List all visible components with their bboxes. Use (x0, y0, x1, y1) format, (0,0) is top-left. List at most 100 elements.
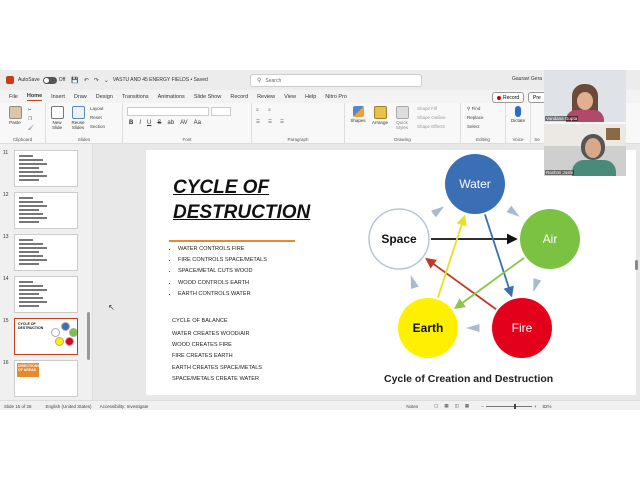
format-painter-icon[interactable]: 🖌 (28, 125, 34, 131)
save-icon[interactable]: 💾 (71, 77, 78, 84)
accessibility-status[interactable]: Accessibility: Investigate (100, 404, 149, 409)
font-name-box[interactable] (127, 107, 209, 116)
tab-help[interactable]: Help (305, 94, 316, 100)
cut-icon[interactable]: ✂ (28, 107, 32, 113)
tab-slide-show[interactable]: Slide Show (194, 94, 222, 100)
arrange-button[interactable]: Arrange (369, 106, 391, 125)
record-button[interactable]: Record (492, 92, 525, 103)
align-center-icon[interactable]: ☰ (268, 119, 272, 125)
slide-thumbnail-text-line (19, 209, 39, 211)
new-slide-button[interactable]: New Slide (48, 106, 66, 130)
normal-view-icon[interactable]: ▢ (434, 403, 438, 409)
slide-scroll-thumb[interactable] (635, 260, 638, 270)
mouse-pointer-icon: ↖ (108, 303, 115, 312)
bullets-icon[interactable]: ≡ (256, 107, 259, 112)
replace-button[interactable]: Replace (467, 115, 484, 120)
dictate-button[interactable]: Dictate (508, 106, 528, 123)
tab-animations[interactable]: Animations (158, 94, 185, 100)
slide-thumbnail[interactable]: CYCLE OF DESTRUCTION (14, 318, 78, 355)
slide-thumbnail[interactable] (14, 234, 78, 271)
font-format-button[interactable]: Aa (194, 120, 201, 126)
autosave-toggle[interactable] (42, 76, 57, 84)
tab-home[interactable]: Home (26, 93, 43, 101)
redo-icon[interactable]: ↷ (94, 77, 99, 84)
zoom-in-icon[interactable]: + (534, 404, 537, 409)
customize-icon[interactable]: ⌄ (104, 77, 109, 84)
slide-thumbnail[interactable] (14, 276, 78, 313)
zoom-level[interactable]: 82% (542, 404, 551, 409)
reset-button[interactable]: Reset (90, 115, 102, 120)
arrange-icon (373, 106, 387, 119)
shape-fill-button[interactable]: Shape Fill (417, 106, 437, 111)
slide-thumbnail-element-dot (69, 328, 77, 337)
powerpoint-logo-icon (6, 76, 14, 84)
paste-button[interactable]: Paste (6, 106, 24, 125)
section-button[interactable]: Section (90, 124, 105, 129)
numbering-icon[interactable]: ≡ (268, 107, 271, 112)
slide-thumbnail[interactable] (14, 150, 78, 187)
tab-transitions[interactable]: Transitions (122, 94, 149, 100)
slide-thumbnail-text-line (19, 255, 43, 257)
font-size-box[interactable] (211, 107, 231, 116)
slides-group-label: Slides (77, 137, 91, 142)
zoom-out-icon[interactable]: − (481, 404, 484, 409)
element-cycle-diagram: Water Air Fire Earth Space (368, 154, 580, 358)
tab-insert[interactable]: Insert (51, 94, 65, 100)
shape-outline-button[interactable]: Shape Outline (417, 115, 446, 120)
shape-effects-button[interactable]: Shape Effects (417, 124, 445, 129)
slide-thumbnail-element-dot (65, 337, 74, 346)
thumbnails-scroll-thumb[interactable] (87, 312, 90, 360)
tab-record[interactable]: Record (230, 94, 248, 100)
autosave-label: AutoSave (18, 77, 40, 83)
language-status[interactable]: English (United States) (46, 404, 92, 409)
slide-scrollbar[interactable] (634, 150, 639, 395)
reading-view-icon[interactable]: ◫ (455, 403, 459, 409)
dictate-label: Dictate (510, 118, 525, 123)
find-button[interactable]: ⚲ Find (467, 106, 480, 112)
notes-button[interactable]: Notes (406, 404, 418, 409)
autosave-state: Off (58, 77, 66, 83)
participant-tile-1[interactable]: Vandana Gupta (544, 70, 626, 122)
reuse-slides-button[interactable]: Reuse Slides (68, 106, 88, 130)
select-button[interactable]: Select (467, 124, 480, 129)
slide-sorter-icon[interactable]: ▦ (444, 403, 448, 409)
shapes-button[interactable]: Shapes (348, 106, 368, 123)
participant-1-name: Vandana Gupta (545, 116, 579, 121)
zoom-slider[interactable] (485, 403, 532, 409)
tab-review[interactable]: Review (257, 94, 275, 100)
layout-label: Layout (90, 106, 104, 111)
tab-view[interactable]: View (284, 94, 296, 100)
slideshow-icon[interactable]: ▦ (465, 403, 469, 409)
font-format-button[interactable]: AV (180, 120, 188, 126)
current-slide[interactable]: CYCLE OF DESTRUCTION WATER CONTROLS FIRE… (146, 150, 636, 395)
tab-file[interactable]: File (9, 94, 18, 100)
tab-draw[interactable]: Draw (74, 94, 87, 100)
slide-thumbnail[interactable] (14, 192, 78, 229)
undo-icon[interactable]: ↶ (84, 77, 89, 84)
new-slide-label: New Slide (51, 120, 62, 130)
reuse-slides-icon (71, 106, 85, 119)
search-box[interactable]: ⚲ Search (250, 74, 422, 87)
font-format-button[interactable]: S (157, 120, 161, 126)
slide-thumbnail-text-line (19, 179, 39, 181)
layout-button[interactable]: Layout (90, 106, 104, 111)
tab-design[interactable]: Design (96, 94, 113, 100)
thumbnails-scrollbar[interactable] (86, 144, 91, 400)
font-format-button[interactable]: ab (167, 120, 174, 126)
copy-icon[interactable]: ❐ (28, 116, 32, 122)
slide-thumbnail-text-line (19, 247, 47, 249)
font-format-button[interactable]: B (129, 120, 133, 126)
participant-tile-2[interactable]: Rashmi Joshi (544, 124, 626, 176)
user-name[interactable]: Gauravi Gera (512, 76, 542, 82)
quick-styles-icon (395, 106, 409, 119)
font-format-button[interactable]: U (147, 120, 151, 126)
font-format-button[interactable]: I (139, 120, 141, 126)
tab-nitro-pro[interactable]: Nitro Pro (325, 94, 347, 100)
zoom-slider-handle[interactable] (513, 403, 516, 409)
align-right-icon[interactable]: ☰ (280, 119, 284, 125)
slide-thumbnail[interactable]: DIRECTIONS OF AREAS (14, 360, 78, 397)
search-placeholder: Search (265, 77, 282, 84)
space-label: Space (381, 232, 417, 246)
quick-styles-button[interactable]: Quick Styles (392, 106, 412, 130)
align-left-icon[interactable]: ☰ (256, 119, 260, 125)
